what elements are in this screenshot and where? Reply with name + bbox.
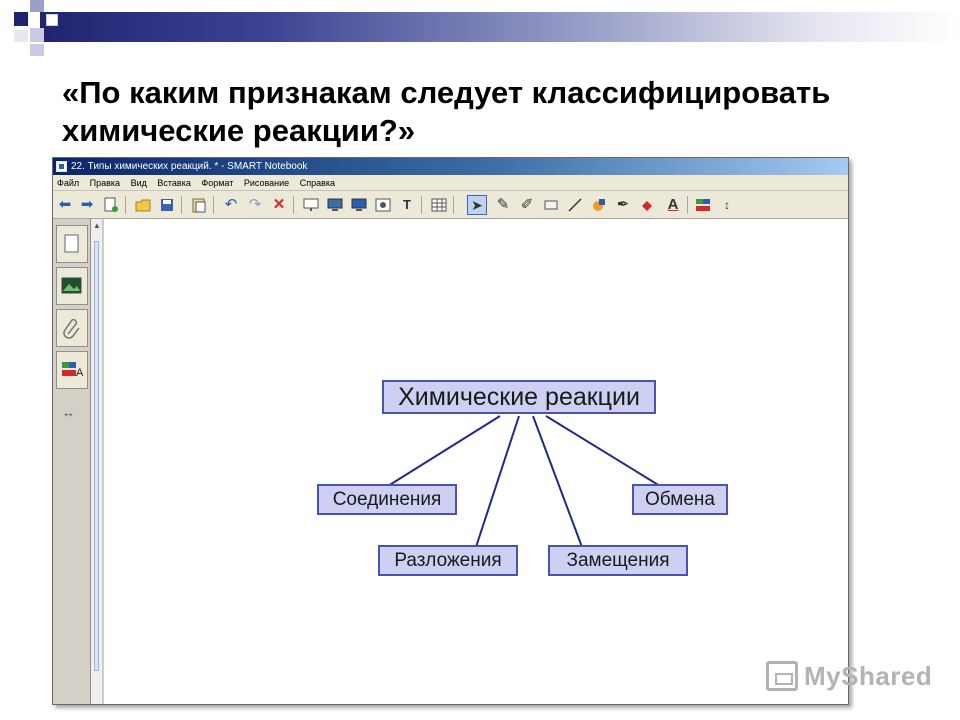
creative-pen-icon[interactable]: ✐	[517, 195, 537, 215]
pen-icon[interactable]: ✎	[493, 195, 513, 215]
menu-item-edit[interactable]: Правка	[90, 178, 120, 188]
open-folder-icon[interactable]	[133, 195, 153, 215]
gallery-tab[interactable]	[56, 267, 88, 305]
delete-x-icon[interactable]: ✕	[269, 195, 289, 215]
fill-icon[interactable]	[637, 195, 657, 215]
eraser-icon[interactable]	[541, 195, 561, 215]
menu-item-draw[interactable]: Рисование	[244, 178, 289, 188]
toolbar-separator	[453, 196, 454, 214]
menu-item-file[interactable]: Файл	[57, 178, 79, 188]
decor-square	[14, 30, 28, 42]
side-panel: A ↔	[53, 219, 91, 704]
slide: «По каким признакам следует классифициро…	[0, 0, 960, 720]
menu-item-format[interactable]: Формат	[201, 178, 233, 188]
slide-title: «По каким признакам следует классифициро…	[62, 74, 922, 150]
select-arrow-icon[interactable]: ➤	[467, 195, 487, 215]
screen-shade-icon[interactable]	[301, 195, 321, 215]
menu-item-view[interactable]: Вид	[131, 178, 147, 188]
paste-icon[interactable]	[189, 195, 209, 215]
table-icon[interactable]	[429, 195, 449, 215]
concept-branch-razlozhenia[interactable]: Разложения	[378, 545, 518, 576]
back-arrow-icon[interactable]: ⬅	[55, 195, 75, 215]
header-gradient-band	[40, 12, 960, 42]
font-icon[interactable]: A	[663, 195, 683, 215]
capture-icon[interactable]	[373, 195, 393, 215]
display-icon[interactable]	[325, 195, 345, 215]
decor-square	[30, 44, 44, 56]
slide-title-line-1: «По каким признакам следует классифициро…	[62, 75, 831, 110]
concept-root-box[interactable]: Химические реакции	[382, 380, 656, 414]
save-disk-icon[interactable]	[157, 195, 177, 215]
concept-branch-obmena[interactable]: Обмена	[632, 484, 728, 515]
toolbar-separator	[181, 196, 182, 214]
page-sorter-icon	[64, 234, 79, 253]
line-icon[interactable]	[565, 195, 585, 215]
move-toolbar-icon[interactable]: ↕	[717, 195, 737, 215]
toolbar-separator	[421, 196, 422, 214]
concept-branch-zameshchenia[interactable]: Замещения	[548, 545, 688, 576]
attachments-icon	[63, 318, 80, 339]
forward-arrow-icon[interactable]: ➡	[77, 195, 97, 215]
toolbar-separator	[213, 196, 214, 214]
decor-square	[14, 12, 28, 26]
menu-bar: Файл Правка Вид Вставка Формат Рисование…	[53, 175, 848, 191]
shape-icon[interactable]	[589, 195, 609, 215]
toolbar-separator	[687, 196, 688, 214]
myshared-logo-icon	[766, 661, 798, 691]
concept-branch-soedinenia[interactable]: Соединения	[317, 484, 457, 515]
toolbar-separator	[293, 196, 294, 214]
text-tool-icon[interactable]: T	[397, 195, 417, 215]
redo-icon[interactable]: ↷	[245, 195, 265, 215]
window-titlebar[interactable]: 22. Типы химических реакций. * - SMART N…	[53, 158, 848, 175]
menu-item-help[interactable]: Справка	[300, 178, 335, 188]
smart-notebook-window: 22. Типы химических реакций. * - SMART N…	[52, 157, 849, 705]
properties-icon: A	[62, 362, 83, 379]
vertical-scrollbar[interactable]: ▲	[91, 219, 103, 704]
scrollbar-thumb[interactable]	[94, 241, 99, 671]
scroll-up-icon[interactable]: ▲	[93, 221, 101, 230]
page-sorter-tab[interactable]	[56, 225, 88, 263]
undo-icon[interactable]: ↶	[221, 195, 241, 215]
full-screen-icon[interactable]	[349, 195, 369, 215]
toolbar: ⬅ ➡ ↶ ↷ ✕ T ➤ ✎ ✐ ✒ A ↕	[53, 191, 848, 219]
resize-arrows-icon[interactable]: ↔	[62, 405, 75, 420]
add-page-icon[interactable]	[101, 195, 121, 215]
properties-icon[interactable]	[693, 195, 713, 215]
decor-square	[30, 0, 44, 12]
magic-pen-icon[interactable]: ✒	[613, 195, 633, 215]
window-title: 22. Типы химических реакций. * - SMART N…	[71, 161, 308, 172]
app-icon	[56, 161, 67, 172]
svg-text:A: A	[76, 367, 83, 379]
toolbar-separator	[125, 196, 126, 214]
menu-item-insert[interactable]: Вставка	[157, 178, 190, 188]
decor-square	[30, 28, 44, 42]
properties-tab[interactable]: A	[56, 351, 88, 389]
myshared-watermark: MyShared	[766, 656, 932, 696]
whiteboard-canvas[interactable]	[104, 219, 848, 704]
gallery-icon	[61, 277, 82, 294]
decor-square	[46, 14, 58, 26]
slide-title-line-2: химические реакции?»	[62, 113, 416, 148]
watermark-text: MyShared	[804, 660, 933, 691]
attachments-tab[interactable]	[56, 309, 88, 347]
